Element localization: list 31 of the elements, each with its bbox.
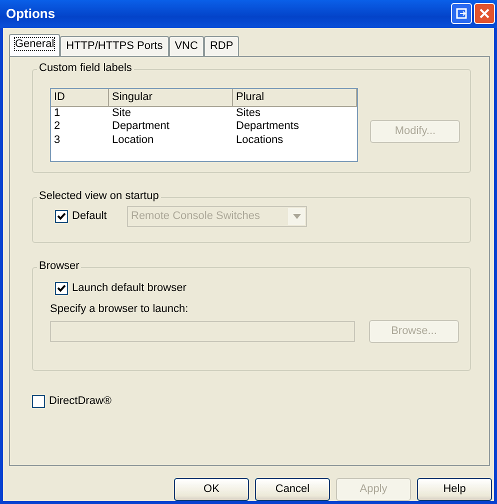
tab[interactable]: RDP	[204, 36, 240, 56]
checkbox[interactable]	[55, 210, 68, 224]
column-header[interactable]: Singular	[109, 89, 233, 106]
table-cell-text: 1	[53, 107, 62, 120]
dialog-button[interactable]: Help	[417, 478, 492, 501]
checkbox-label: Default	[72, 210, 107, 224]
dialog-button[interactable]: OK	[174, 478, 249, 501]
checkbox-label: DirectDraw®	[49, 395, 112, 408]
table-cell-text: Locations	[235, 134, 284, 147]
table-cell-text: Departments	[235, 120, 300, 134]
column-header[interactable]: ID	[51, 89, 109, 106]
close-icon[interactable]	[474, 3, 495, 24]
table-cell-text: Department	[111, 120, 170, 134]
table-cell-text: Sites	[235, 107, 262, 120]
table-cell-text: 2	[53, 120, 62, 134]
checkbox-label: Launch default browser	[72, 282, 186, 296]
tab[interactable]: HTTP/HTTPS Ports	[60, 36, 169, 56]
field-label: Specify a browser to launch:	[49, 303, 190, 316]
checkbox[interactable]	[55, 282, 68, 296]
dialog-button[interactable]: Cancel	[255, 478, 330, 501]
column-header[interactable]: Plural	[233, 89, 357, 106]
tab[interactable]: General	[9, 34, 60, 56]
tab[interactable]: VNC	[168, 36, 204, 56]
table-cell-text: Location	[111, 134, 155, 147]
window-title: Options	[6, 6, 56, 22]
list-view[interactable]: ID Singular Plural 1 Site Sites 2 Department Departments 3 Location Locations	[50, 88, 358, 162]
checkbox[interactable]	[32, 395, 45, 408]
restore-icon[interactable]	[451, 3, 472, 24]
table-cell-text: Site	[111, 107, 132, 120]
table-cell-text: 3	[53, 134, 62, 147]
group-title: Selected view on startup	[37, 190, 161, 204]
